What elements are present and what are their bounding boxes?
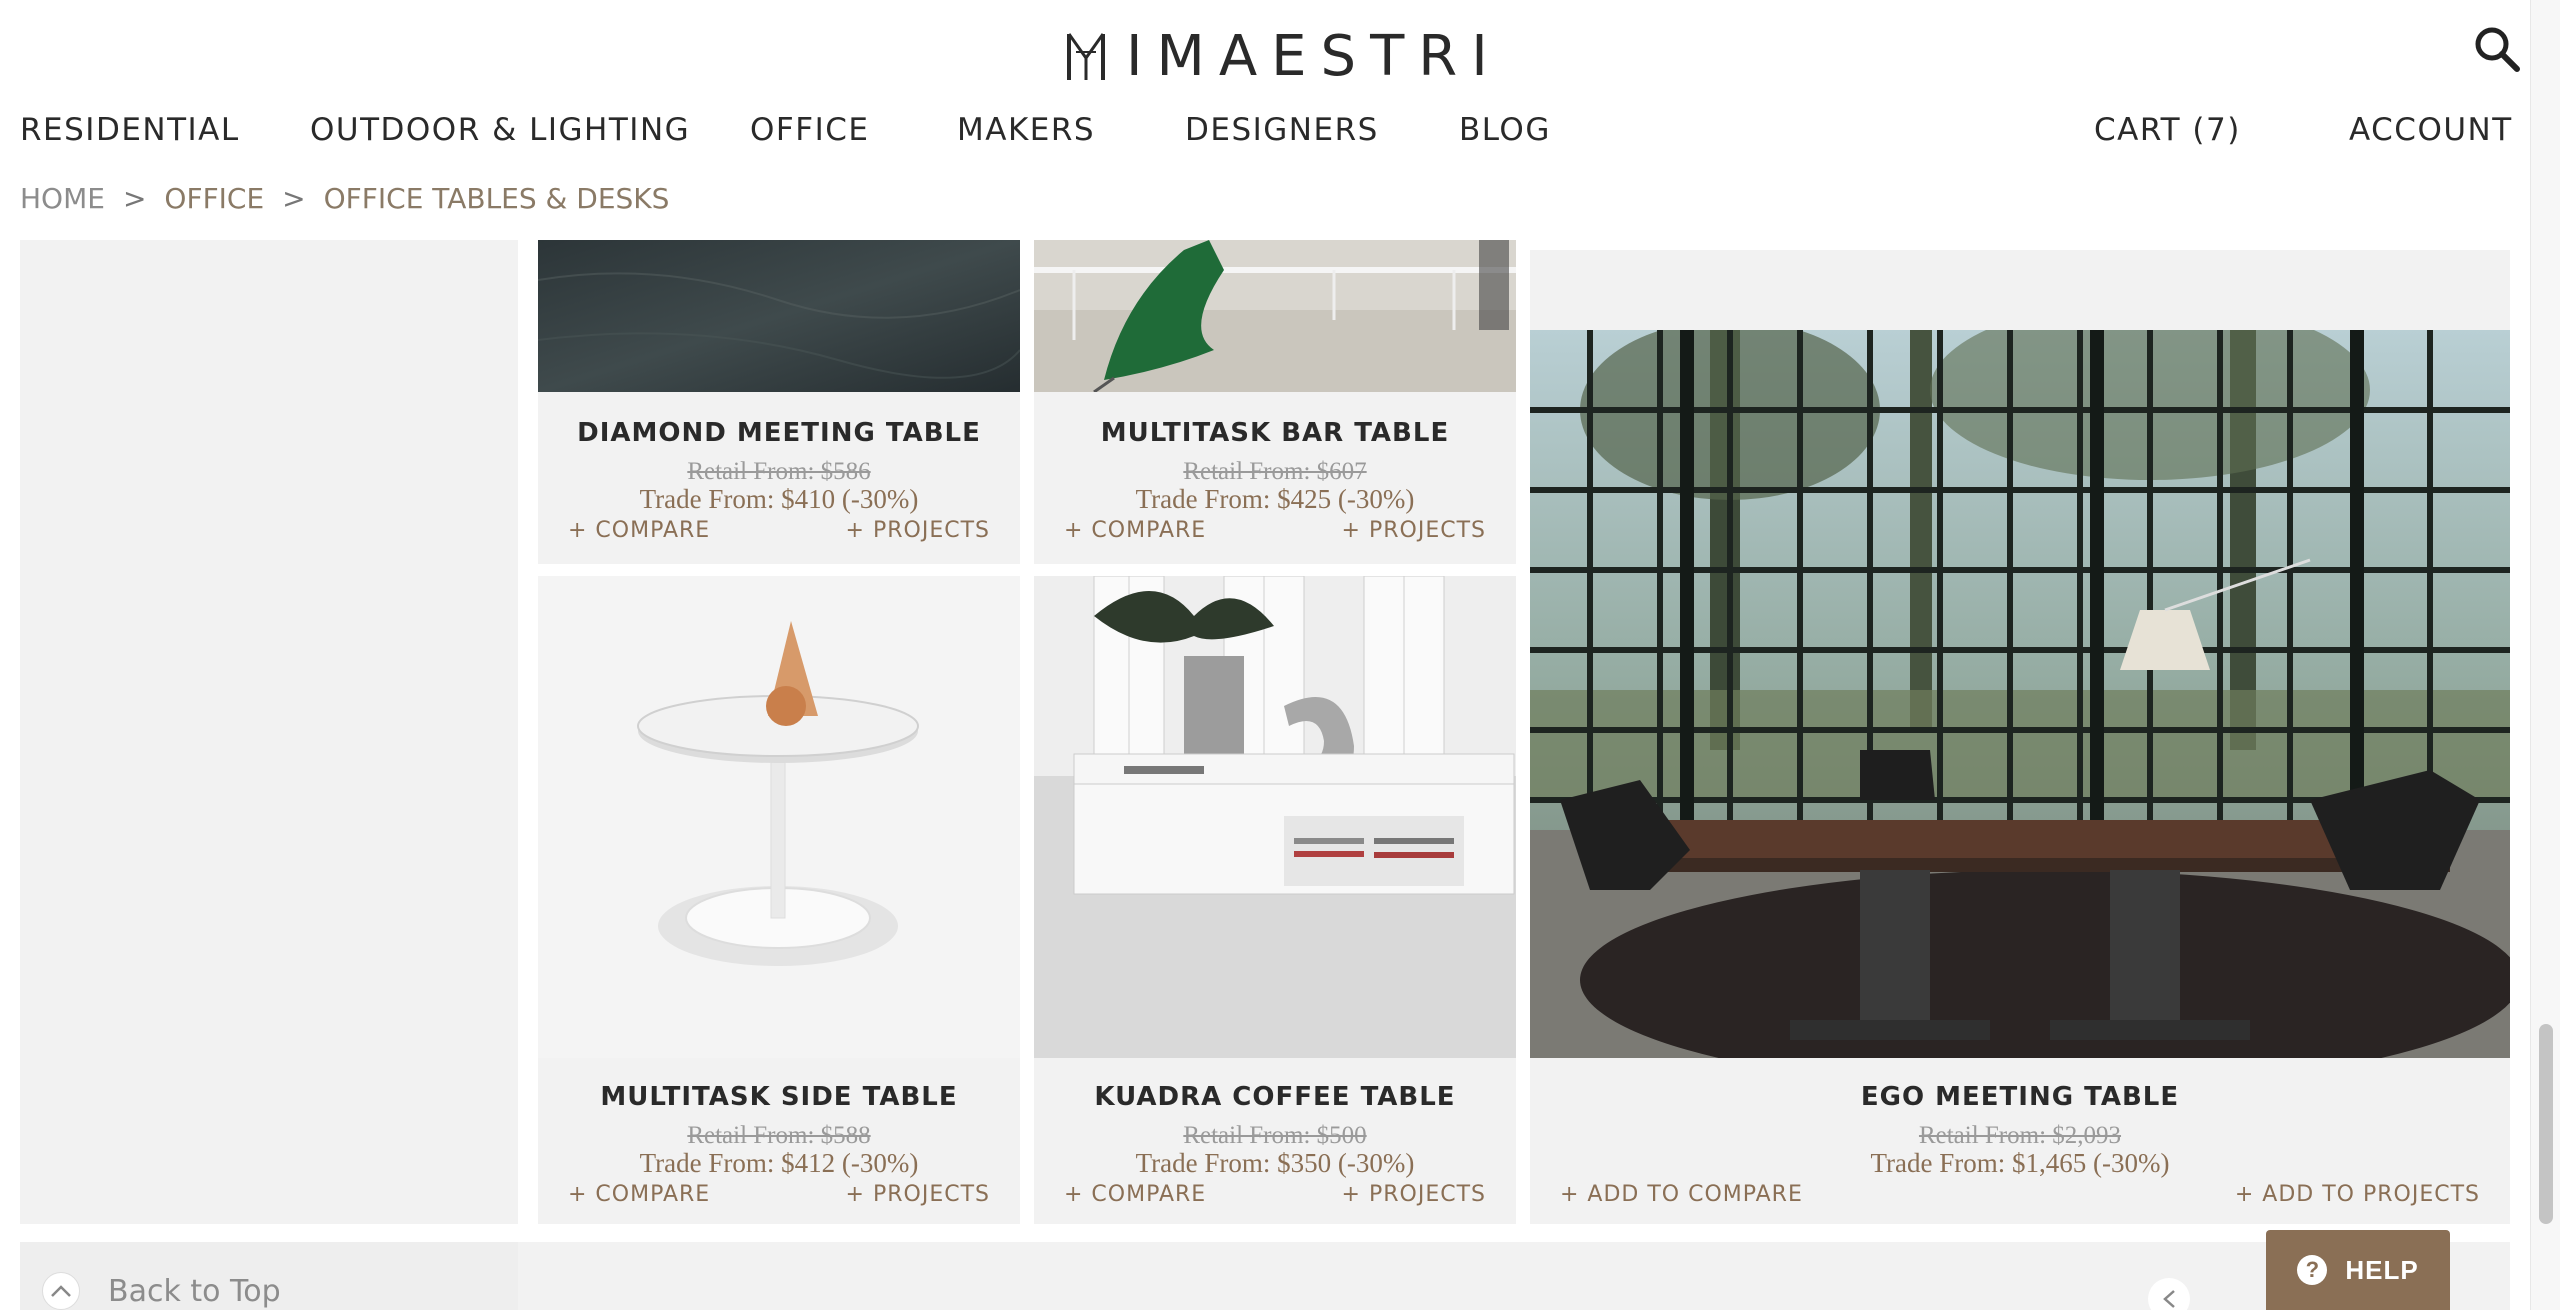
product-name[interactable]: EGO MEETING TABLE	[1530, 1082, 2510, 1112]
product-name[interactable]: MULTITASK BAR TABLE	[1034, 418, 1516, 448]
compare-link[interactable]: + COMPARE	[568, 518, 710, 543]
search-button[interactable]	[2472, 24, 2522, 74]
trade-price: Trade From: $412 (-30%)	[639, 1148, 919, 1178]
retail-price: Retail From: $2,093	[1918, 1122, 2122, 1149]
product-image[interactable]	[1530, 330, 2510, 1058]
product-card[interactable]: MULTITASK BAR TABLE Retail From: $607 Tr…	[1034, 240, 1516, 564]
back-to-top-label: Back to Top	[108, 1273, 281, 1309]
filter-sidebar	[20, 240, 518, 1224]
trade-price: Trade From: $425 (-30%)	[1135, 484, 1415, 514]
nav-outdoor-lighting[interactable]: OUTDOOR & LIGHTING	[310, 112, 690, 148]
nav-cart[interactable]: CART (7)	[2094, 112, 2241, 148]
search-icon	[2475, 27, 2520, 72]
product-image[interactable]	[538, 240, 1020, 392]
add-to-projects-link[interactable]: + ADD TO PROJECTS	[2235, 1182, 2480, 1207]
product-card[interactable]: MULTITASK SIDE TABLE Retail From: $588 T…	[538, 576, 1020, 1224]
scrollbar-thumb[interactable]	[2539, 1024, 2553, 1224]
nav-makers[interactable]: MAKERS	[957, 112, 1095, 148]
breadcrumb-office[interactable]: OFFICE	[164, 182, 264, 215]
projects-link[interactable]: + PROJECTS	[846, 518, 990, 543]
compare-link[interactable]: + COMPARE	[568, 1182, 710, 1207]
nav-blog[interactable]: BLOG	[1459, 112, 1551, 148]
breadcrumb-current[interactable]: OFFICE TABLES & DESKS	[324, 182, 670, 215]
trade-price: Trade From: $350 (-30%)	[1135, 1148, 1415, 1178]
product-card[interactable]: DIAMOND MEETING TABLE Retail From: $586 …	[538, 240, 1020, 564]
projects-link[interactable]: + PROJECTS	[1342, 518, 1486, 543]
product-card[interactable]: KUADRA COFFEE TABLE Retail From: $500 Tr…	[1034, 576, 1516, 1224]
product-image[interactable]	[538, 576, 1020, 1058]
logo-monogram-icon	[1067, 33, 1105, 80]
brand-logo[interactable]: IMAESTRI	[1066, 24, 1502, 89]
nav-account[interactable]: ACCOUNT	[2349, 112, 2513, 148]
product-card[interactable]: EGO MEETING TABLE Retail From: $2,093 Tr…	[1530, 250, 2510, 1224]
retail-price: Retail From: $500	[1183, 1122, 1367, 1149]
chevron-left-icon	[2163, 1290, 2175, 1308]
footer-bar	[20, 1242, 2510, 1310]
back-to-top-button[interactable]: Back to Top	[42, 1272, 281, 1310]
question-icon: ?	[2297, 1255, 2328, 1285]
breadcrumb-separator: >	[282, 182, 306, 215]
product-name[interactable]: DIAMOND MEETING TABLE	[538, 418, 1020, 448]
help-button[interactable]: ? HELP	[2266, 1230, 2450, 1310]
product-name[interactable]: KUADRA COFFEE TABLE	[1034, 1082, 1516, 1112]
main-nav: RESIDENTIAL OUTDOOR & LIGHTING OFFICE MA…	[0, 112, 2520, 156]
breadcrumb-separator: >	[122, 182, 147, 215]
add-to-compare-link[interactable]: + ADD TO COMPARE	[1560, 1182, 1803, 1207]
trade-price: Trade From: $410 (-30%)	[639, 484, 919, 514]
projects-link[interactable]: + PROJECTS	[846, 1182, 990, 1207]
retail-price: Retail From: $607	[1183, 458, 1367, 485]
product-name[interactable]: MULTITASK SIDE TABLE	[538, 1082, 1020, 1112]
chevron-up-icon	[42, 1272, 80, 1310]
brand-name: IMAESTRI	[1126, 24, 1502, 89]
page-scrollbar[interactable]	[2530, 0, 2560, 1310]
projects-link[interactable]: + PROJECTS	[1342, 1182, 1486, 1207]
nav-residential[interactable]: RESIDENTIAL	[20, 112, 240, 148]
retail-price: Retail From: $588	[687, 1122, 871, 1149]
breadcrumb-home[interactable]: HOME	[20, 182, 105, 215]
trade-price: Trade From: $1,465 (-30%)	[1870, 1148, 2170, 1178]
compare-link[interactable]: + COMPARE	[1064, 518, 1206, 543]
page: IMAESTRI RESIDENTIAL OUTDOOR & LIGHTING …	[0, 0, 2560, 1310]
nav-designers[interactable]: DESIGNERS	[1185, 112, 1379, 148]
breadcrumb: HOME > OFFICE > OFFICE TABLES & DESKS	[20, 182, 669, 215]
product-image[interactable]	[1034, 576, 1516, 1058]
help-label: HELP	[2345, 1254, 2419, 1285]
compare-link[interactable]: + COMPARE	[1064, 1182, 1206, 1207]
retail-price: Retail From: $586	[687, 458, 871, 485]
product-image[interactable]	[1034, 240, 1516, 392]
nav-office[interactable]: OFFICE	[750, 112, 869, 148]
